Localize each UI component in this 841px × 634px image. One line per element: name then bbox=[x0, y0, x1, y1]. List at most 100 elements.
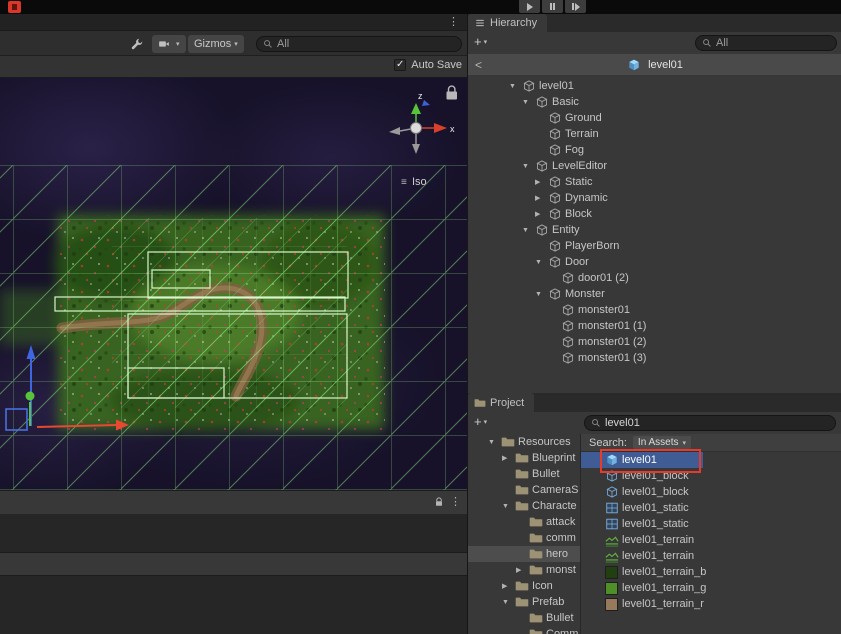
foldout-open-icon[interactable]: ▼ bbox=[488, 439, 501, 446]
result-item[interactable]: level01_terrain_b bbox=[581, 564, 841, 580]
hierarchy-breadcrumb[interactable]: < level01 bbox=[468, 54, 841, 75]
create-asset-button[interactable]: + ▾ bbox=[474, 414, 487, 430]
hierarchy-item[interactable]: monster01 (2) bbox=[468, 334, 841, 350]
hierarchy-item[interactable]: ▼LevelEditor bbox=[468, 158, 841, 174]
foldout-closed-icon[interactable]: ▶ bbox=[535, 178, 548, 186]
panel-menu-icon[interactable]: ⋮ bbox=[450, 495, 461, 508]
cube-icon bbox=[561, 303, 575, 317]
hierarchy-item[interactable]: monster01 (1) bbox=[468, 318, 841, 334]
foldout-closed-icon[interactable]: ▶ bbox=[516, 566, 529, 574]
projection-menu-icon[interactable]: ≡ bbox=[401, 177, 407, 188]
hierarchy-item[interactable]: ▼Entity bbox=[468, 222, 841, 238]
foldout-closed-icon[interactable]: ▶ bbox=[502, 582, 515, 590]
texture-icon-green bbox=[605, 582, 618, 595]
hierarchy-item[interactable]: ▶Static bbox=[468, 174, 841, 190]
folder-item[interactable]: Bullet bbox=[468, 466, 580, 482]
folder-item[interactable]: ▼Characte bbox=[468, 498, 580, 514]
hierarchy-item[interactable]: ▶Dynamic bbox=[468, 190, 841, 206]
hierarchy-item-label: monster01 (2) bbox=[578, 336, 646, 348]
step-icon bbox=[575, 3, 580, 11]
project-search-input[interactable]: level01 bbox=[584, 415, 836, 431]
scene-viewport-canvas[interactable]: z x ≡ Iso bbox=[0, 78, 467, 490]
chevron-down-icon: ▾ bbox=[683, 439, 687, 447]
block-cube-icon bbox=[605, 469, 619, 483]
scene-viewport[interactable]: z x ≡ Iso bbox=[0, 78, 467, 490]
scene-panel: ⋮ ▾ Gizmos ▾ All ✓ Auto Save bbox=[0, 14, 467, 634]
hierarchy-item[interactable]: Ground bbox=[468, 110, 841, 126]
result-label: level01_terrain_b bbox=[622, 566, 706, 578]
pause-button[interactable] bbox=[542, 0, 563, 13]
folder-label: Resources bbox=[518, 436, 571, 448]
play-button[interactable] bbox=[519, 0, 540, 13]
panel-menu-icon[interactable]: ⋮ bbox=[448, 15, 459, 28]
search-scope-dropdown[interactable]: In Assets ▾ bbox=[633, 436, 691, 449]
foldout-open-icon[interactable]: ▼ bbox=[522, 227, 535, 234]
bottom-panel-header-2[interactable] bbox=[0, 552, 467, 576]
foldout-open-icon[interactable]: ▼ bbox=[509, 83, 522, 90]
folder-item[interactable]: ▶Icon bbox=[468, 578, 580, 594]
folder-item[interactable]: ▶Blueprint bbox=[468, 450, 580, 466]
folder-item[interactable]: Bullet bbox=[468, 610, 580, 626]
step-button[interactable] bbox=[565, 0, 586, 13]
hierarchy-item[interactable]: ▼Basic bbox=[468, 94, 841, 110]
cube-icon bbox=[548, 111, 562, 125]
chevron-down-icon: ▾ bbox=[484, 38, 488, 46]
search-icon bbox=[591, 418, 601, 428]
folder-item-selected[interactable]: hero bbox=[468, 546, 580, 562]
y-axis-handle[interactable] bbox=[26, 392, 35, 401]
foldout-open-icon[interactable]: ▼ bbox=[535, 259, 548, 266]
result-item[interactable]: level01_terrain bbox=[581, 532, 841, 548]
tools-icon[interactable] bbox=[130, 37, 144, 51]
foldout-open-icon[interactable]: ▼ bbox=[502, 503, 515, 510]
autosave-toggle[interactable]: ✓ Auto Save bbox=[394, 59, 462, 71]
result-item[interactable]: level01_terrain_g bbox=[581, 580, 841, 596]
hierarchy-item[interactable]: Fog bbox=[468, 142, 841, 158]
hierarchy-item[interactable]: ▼level01 bbox=[468, 78, 841, 94]
result-item[interactable]: level01_block bbox=[581, 484, 841, 500]
folder-item[interactable]: CameraS bbox=[468, 482, 580, 498]
folder-item[interactable]: attack bbox=[468, 514, 580, 530]
foldout-open-icon[interactable]: ▼ bbox=[522, 163, 535, 170]
hierarchy-item[interactable]: ▼Door bbox=[468, 254, 841, 270]
result-item-selected[interactable]: level01 bbox=[581, 452, 703, 468]
result-item[interactable]: level01_static bbox=[581, 516, 841, 532]
foldout-open-icon[interactable]: ▼ bbox=[535, 291, 548, 298]
folder-item[interactable]: ▼Prefab bbox=[468, 594, 580, 610]
gizmo-center-cube[interactable] bbox=[411, 123, 422, 134]
bottom-panel-header[interactable]: ⋮ bbox=[0, 490, 467, 514]
folder-item[interactable]: Comm bbox=[468, 626, 580, 634]
create-object-button[interactable]: + ▾ bbox=[474, 34, 487, 50]
hierarchy-item[interactable]: ▶Block bbox=[468, 206, 841, 222]
tab-hierarchy[interactable]: Hierarchy bbox=[468, 14, 547, 32]
result-item[interactable]: level01_static bbox=[581, 500, 841, 516]
hierarchy-item[interactable]: monster01 bbox=[468, 302, 841, 318]
checkbox-checked-icon[interactable]: ✓ bbox=[394, 59, 406, 71]
hierarchy-item[interactable]: door01 (2) bbox=[468, 270, 841, 286]
gizmos-dropdown[interactable]: Gizmos ▾ bbox=[188, 35, 244, 53]
back-icon[interactable]: < bbox=[475, 58, 482, 72]
scene-search-input[interactable]: All bbox=[256, 36, 462, 52]
result-item[interactable]: level01_block bbox=[581, 468, 841, 484]
collab-status-icon[interactable] bbox=[8, 1, 21, 13]
hierarchy-item[interactable]: Terrain bbox=[468, 126, 841, 142]
foldout-closed-icon[interactable]: ▶ bbox=[535, 210, 548, 218]
hierarchy-item[interactable]: monster01 (3) bbox=[468, 350, 841, 366]
foldout-open-icon[interactable]: ▼ bbox=[502, 599, 515, 606]
step-icon-bar bbox=[572, 3, 574, 10]
hierarchy-item[interactable]: ▼Monster bbox=[468, 286, 841, 302]
hierarchy-item[interactable]: PlayerBorn bbox=[468, 238, 841, 254]
folder-item[interactable]: ▼ Resources bbox=[468, 434, 580, 450]
hierarchy-search-input[interactable]: All bbox=[695, 35, 837, 51]
result-item[interactable]: level01_terrain_r bbox=[581, 596, 841, 612]
folder-item[interactable]: comm bbox=[468, 530, 580, 546]
cube-icon bbox=[561, 319, 575, 333]
foldout-closed-icon[interactable]: ▶ bbox=[502, 454, 515, 462]
result-item[interactable]: level01_terrain bbox=[581, 548, 841, 564]
foldout-open-icon[interactable]: ▼ bbox=[522, 99, 535, 106]
scene-camera-dropdown[interactable]: ▾ bbox=[152, 35, 186, 53]
tab-project[interactable]: Project bbox=[468, 393, 534, 412]
lock-icon[interactable] bbox=[433, 496, 445, 508]
folder-item[interactable]: ▶monst bbox=[468, 562, 580, 578]
foldout-closed-icon[interactable]: ▶ bbox=[535, 194, 548, 202]
projection-label[interactable]: Iso bbox=[412, 176, 427, 188]
